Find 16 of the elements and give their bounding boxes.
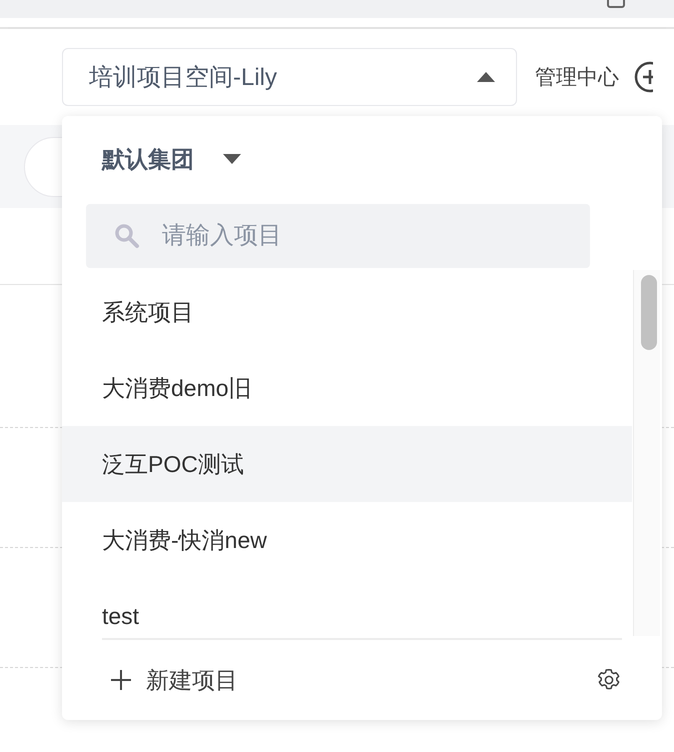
- plus-icon: [110, 669, 132, 691]
- search-icon: [114, 223, 140, 249]
- scrollbar[interactable]: [633, 270, 660, 636]
- project-selector[interactable]: 培训项目空间-Lily: [62, 48, 517, 106]
- create-project-button[interactable]: 新建项目: [110, 664, 238, 696]
- project-item[interactable]: 泛互POC测试: [62, 426, 632, 502]
- project-item[interactable]: 系统项目: [62, 274, 632, 350]
- group-selector[interactable]: 默认集团: [102, 144, 194, 174]
- caret-icon: [476, 71, 496, 83]
- project-item[interactable]: 大消费-快消new: [62, 502, 632, 578]
- search-field[interactable]: 请输入项目: [86, 204, 590, 268]
- project-item[interactable]: 大消费demo旧: [62, 350, 632, 426]
- project-item[interactable]: test: [62, 578, 632, 638]
- device-icon[interactable]: [606, 0, 626, 9]
- admin-center-link[interactable]: 管理中心: [535, 63, 619, 91]
- caret-icon[interactable]: [222, 153, 242, 165]
